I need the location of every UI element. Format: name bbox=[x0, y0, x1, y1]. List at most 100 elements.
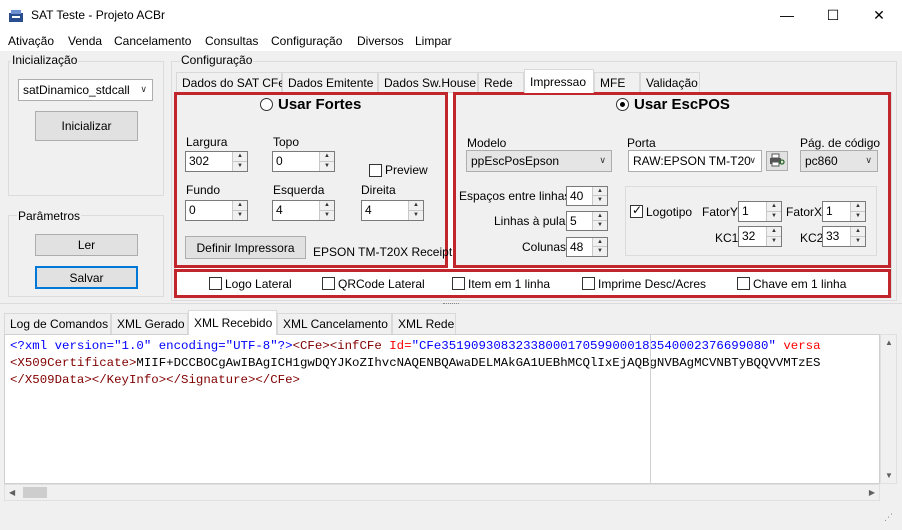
logotipo-checkbox[interactable] bbox=[630, 203, 643, 218]
spin-down-icon[interactable]: ▼ bbox=[593, 247, 607, 256]
porta-select[interactable]: RAW:EPSON TM-T20 ∨ bbox=[628, 150, 762, 172]
fundo-spin[interactable]: 0 ▲ ▼ bbox=[185, 200, 248, 221]
imprime-desc-checkbox[interactable] bbox=[582, 277, 595, 290]
qrcode-lateral-label: QRCode Lateral bbox=[338, 277, 425, 291]
window-title: SAT Teste - Projeto ACBr bbox=[31, 8, 166, 22]
escpos-radio[interactable] bbox=[616, 98, 629, 111]
spin-down-icon[interactable]: ▼ bbox=[320, 162, 334, 172]
tab-validacao[interactable]: Validação bbox=[640, 72, 700, 92]
spin-up-icon[interactable]: ▲ bbox=[767, 227, 781, 237]
hscroll-thumb[interactable] bbox=[23, 487, 47, 498]
espacos-label: Espaços entre linhas bbox=[459, 189, 571, 203]
topo-value: 0 bbox=[276, 154, 283, 168]
espacos-spin[interactable]: 40 ▲ ▼ bbox=[566, 186, 608, 206]
linhas-value: 5 bbox=[570, 214, 577, 228]
fatorx-label: FatorX bbox=[786, 205, 823, 219]
menu-consultas[interactable]: Consultas bbox=[205, 34, 258, 48]
spin-down-icon[interactable]: ▼ bbox=[233, 211, 247, 221]
topo-spin[interactable]: 0 ▲ ▼ bbox=[272, 151, 335, 172]
kc1-label: KC1 bbox=[715, 231, 739, 245]
scroll-right-icon[interactable]: ▶ bbox=[869, 488, 875, 497]
menu-ativacao[interactable]: Ativação bbox=[8, 34, 54, 48]
tab-dados-sat-cfe[interactable]: Dados do SAT CFe bbox=[176, 72, 285, 92]
close-button[interactable]: ✕ bbox=[856, 0, 902, 31]
pagcod-select[interactable]: pc860 ∨ bbox=[800, 150, 878, 172]
spin-up-icon[interactable]: ▲ bbox=[233, 201, 247, 211]
tab-dados-sw-house[interactable]: Dados Sw.House bbox=[378, 72, 478, 92]
scroll-up-icon[interactable]: ▲ bbox=[885, 338, 893, 347]
spin-up-icon[interactable]: ▲ bbox=[233, 152, 247, 162]
largura-spin[interactable]: 302 ▲ ▼ bbox=[185, 151, 248, 172]
xml-vscroll[interactable]: ▲ ▼ bbox=[880, 334, 897, 484]
chave-1-linha-checkbox[interactable] bbox=[737, 277, 750, 290]
spin-up-icon[interactable]: ▲ bbox=[593, 187, 607, 196]
item-1-linha-checkbox[interactable] bbox=[452, 277, 465, 290]
fatorx-spin[interactable]: 1 ▲ ▼ bbox=[822, 201, 866, 222]
menu-limpar[interactable]: Limpar bbox=[415, 34, 452, 48]
direita-spin[interactable]: 4 ▲ ▼ bbox=[361, 200, 424, 221]
qrcode-lateral-checkbox[interactable] bbox=[322, 277, 335, 290]
library-select[interactable]: satDinamico_stdcall ∨ bbox=[18, 79, 153, 101]
menu-configuracao[interactable]: Configuração bbox=[271, 34, 342, 48]
spin-down-icon[interactable]: ▼ bbox=[233, 162, 247, 172]
tab-rede[interactable]: Rede bbox=[478, 72, 524, 92]
xml-viewer[interactable]: <?xml version="1.0" encoding="UTF-8"?><C… bbox=[4, 334, 880, 484]
tab-xml-recebido[interactable]: XML Recebido bbox=[188, 310, 277, 335]
spin-up-icon[interactable]: ▲ bbox=[320, 152, 334, 162]
read-button[interactable]: Ler bbox=[35, 234, 138, 256]
tab-log-comandos[interactable]: Log de Comandos bbox=[4, 313, 111, 334]
spin-down-icon[interactable]: ▼ bbox=[409, 211, 423, 221]
esquerda-spin[interactable]: 4 ▲ ▼ bbox=[272, 200, 335, 221]
kc1-spin[interactable]: 32 ▲ ▼ bbox=[738, 226, 782, 247]
direita-value: 4 bbox=[365, 203, 372, 217]
spin-up-icon[interactable]: ▲ bbox=[767, 202, 781, 212]
scroll-down-icon[interactable]: ▼ bbox=[885, 471, 893, 480]
spin-up-icon[interactable]: ▲ bbox=[851, 202, 865, 212]
xml-line-3: </X509Data></KeyInfo></Signature></CFe> bbox=[10, 373, 300, 387]
logo-lateral-checkbox[interactable] bbox=[209, 277, 222, 290]
tab-xml-rede[interactable]: XML Rede bbox=[392, 313, 456, 334]
colunas-label: Colunas bbox=[522, 240, 567, 254]
spin-down-icon[interactable]: ▼ bbox=[851, 237, 865, 247]
config-group-label: Configuração bbox=[180, 53, 254, 67]
fortes-radio[interactable] bbox=[260, 98, 273, 111]
tab-xml-cancelamento[interactable]: XML Cancelamento bbox=[277, 313, 392, 334]
tab-mfe[interactable]: MFE bbox=[594, 72, 640, 92]
spin-up-icon[interactable]: ▲ bbox=[851, 227, 865, 237]
spin-down-icon[interactable]: ▼ bbox=[593, 196, 607, 205]
colunas-spin[interactable]: 48 ▲ ▼ bbox=[566, 237, 608, 257]
resize-grip-icon[interactable]: ⋰ bbox=[884, 512, 893, 523]
xml-hscroll[interactable]: ◀ ▶ bbox=[4, 484, 880, 501]
spin-up-icon[interactable]: ▲ bbox=[593, 238, 607, 247]
spin-down-icon[interactable]: ▼ bbox=[320, 211, 334, 221]
modelo-select[interactable]: ppEscPosEpson ∨ bbox=[466, 150, 612, 172]
tab-xml-gerado[interactable]: XML Gerado bbox=[111, 313, 188, 334]
espacos-value: 40 bbox=[570, 189, 584, 203]
init-button[interactable]: Inicializar bbox=[35, 111, 138, 141]
scroll-left-icon[interactable]: ◀ bbox=[9, 488, 15, 497]
maximize-button[interactable]: ☐ bbox=[810, 0, 856, 31]
spin-up-icon[interactable]: ▲ bbox=[409, 201, 423, 211]
fatory-spin[interactable]: 1 ▲ ▼ bbox=[738, 201, 782, 222]
tab-impressao[interactable]: Impressao bbox=[524, 69, 594, 93]
menu-venda[interactable]: Venda bbox=[68, 34, 102, 48]
printer-search-button[interactable] bbox=[766, 151, 788, 171]
spin-up-icon[interactable]: ▲ bbox=[593, 212, 607, 221]
app-icon bbox=[8, 8, 24, 24]
menu-cancelamento[interactable]: Cancelamento bbox=[114, 34, 191, 48]
spin-down-icon[interactable]: ▼ bbox=[767, 237, 781, 247]
largura-value: 302 bbox=[189, 154, 210, 168]
save-button[interactable]: Salvar bbox=[35, 266, 138, 289]
minimize-button[interactable]: — bbox=[764, 0, 810, 31]
spin-down-icon[interactable]: ▼ bbox=[851, 212, 865, 222]
menu-diversos[interactable]: Diversos bbox=[357, 34, 404, 48]
define-printer-button[interactable]: Definir Impressora bbox=[185, 236, 306, 259]
tab-dados-emitente[interactable]: Dados Emitente bbox=[282, 72, 378, 92]
kc2-spin[interactable]: 33 ▲ ▼ bbox=[822, 226, 866, 247]
preview-checkbox[interactable] bbox=[369, 164, 382, 177]
spin-down-icon[interactable]: ▼ bbox=[767, 212, 781, 222]
spin-down-icon[interactable]: ▼ bbox=[593, 221, 607, 230]
linhas-spin[interactable]: 5 ▲ ▼ bbox=[566, 211, 608, 231]
spin-up-icon[interactable]: ▲ bbox=[320, 201, 334, 211]
kc2-value: 33 bbox=[826, 229, 840, 243]
